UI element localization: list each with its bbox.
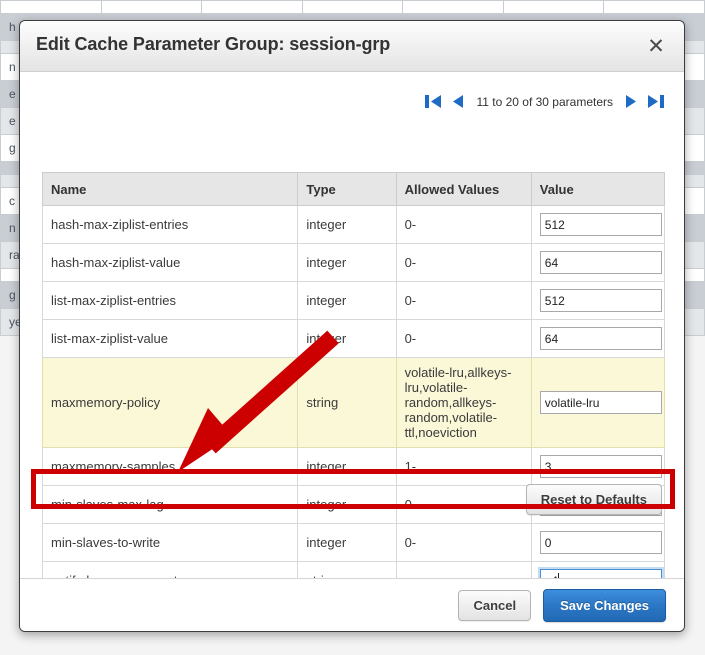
column-header-allowed-values: Allowed Values <box>395 172 532 206</box>
parameter-allowed-values-cell: 0- <box>395 281 532 320</box>
reset-to-defaults-button[interactable]: Reset to Defaults <box>525 484 662 515</box>
parameter-type-cell: integer <box>297 319 397 358</box>
parameter-value-input[interactable] <box>539 289 662 312</box>
parameter-type-cell: string <box>297 357 397 448</box>
allowed-values-text: 0- <box>404 255 417 270</box>
parameter-type-cell: integer <box>297 447 397 486</box>
parameter-value-input[interactable] <box>539 327 662 350</box>
allowed-values-text: 0- <box>404 293 417 308</box>
parameter-value-cell <box>530 319 666 358</box>
last-page-icon[interactable] <box>647 94 664 109</box>
background-cell <box>301 0 404 14</box>
parameter-value-cell <box>530 205 666 244</box>
close-icon[interactable]: ✕ <box>642 32 670 60</box>
save-changes-button[interactable]: Save Changes <box>543 589 666 622</box>
parameters-table: Name Type Allowed Values Value hash-max-… <box>41 172 666 631</box>
table-row: min-slaves-to-write integer 0- <box>41 523 666 562</box>
parameter-name-cell: min-slaves-max-lag <box>41 485 299 524</box>
parameter-type-cell: integer <box>297 205 397 244</box>
background-cell <box>0 0 102 14</box>
parameter-name-cell: hash-max-ziplist-value <box>41 243 299 282</box>
page-title: Edit Cache Parameter Group: session-grp <box>36 34 391 54</box>
parameter-name-cell: list-max-ziplist-value <box>41 319 299 358</box>
table-row: hash-max-ziplist-value integer 0- <box>41 243 666 282</box>
cancel-button[interactable]: Cancel <box>458 590 532 621</box>
previous-page-icon[interactable] <box>452 94 464 109</box>
parameter-allowed-values-cell: 0- <box>395 205 532 244</box>
background-cell <box>100 0 203 14</box>
parameter-allowed-values-cell: volatile-lru,allkeys-lru,volatile-random… <box>395 357 532 448</box>
background-row <box>0 0 705 14</box>
allowed-values-text: 0- <box>404 217 417 232</box>
parameter-name-cell: maxmemory-policy <box>41 357 299 448</box>
parameter-value-cell <box>530 281 666 320</box>
column-header-type: Type <box>297 172 397 206</box>
reset-button-container: Reset to Defaults <box>525 484 662 515</box>
parameter-name-cell: maxmemory-samples <box>41 447 299 486</box>
parameter-value-input[interactable] <box>539 251 662 274</box>
footer-buttons: Cancel Save Changes <box>458 589 666 622</box>
parameter-allowed-values-cell: 0- <box>395 485 532 524</box>
parameter-value-cell <box>530 243 666 282</box>
background-cell <box>402 0 504 14</box>
parameter-allowed-values-cell: 1- <box>395 447 532 486</box>
table-row: maxmemory-samples integer 1- <box>41 447 666 486</box>
modal-body: 11 to 20 of 30 parameters Name Type Allo… <box>20 72 684 631</box>
first-page-icon[interactable] <box>425 94 442 109</box>
parameter-value-input[interactable] <box>539 531 662 554</box>
parameters-table-container: Name Type Allowed Values Value hash-max-… <box>41 172 666 631</box>
pagination: 11 to 20 of 30 parameters <box>425 94 664 109</box>
parameter-allowed-values-cell: 0- <box>395 523 532 562</box>
edit-parameter-group-modal: Edit Cache Parameter Group: session-grp … <box>19 20 685 632</box>
table-row: maxmemory-policy string volatile-lru,allke… <box>41 357 666 448</box>
column-header-value: Value <box>530 172 666 206</box>
background-cell <box>201 0 303 14</box>
column-header-name: Name <box>41 172 299 206</box>
parameter-value-cell <box>530 523 666 562</box>
parameter-value-input[interactable] <box>539 391 662 414</box>
parameter-type-cell: integer <box>297 523 397 562</box>
allowed-values-text: 0- <box>404 497 417 512</box>
table-row: hash-max-ziplist-entries integer 0- <box>41 205 666 244</box>
parameter-type-cell: integer <box>297 485 397 524</box>
allowed-values-text: volatile-lru,allkeys-lru,volatile-random… <box>404 365 512 440</box>
pagination-label: 11 to 20 of 30 parameters <box>476 94 613 109</box>
modal-header: Edit Cache Parameter Group: session-grp … <box>20 21 684 72</box>
table-row: list-max-ziplist-value integer 0- <box>41 319 666 358</box>
allowed-values-text: 1- <box>404 459 417 474</box>
parameter-value-input[interactable] <box>539 213 662 236</box>
parameter-allowed-values-cell: 0- <box>395 243 532 282</box>
parameter-type-cell: integer <box>297 243 397 282</box>
parameter-allowed-values-cell: 0- <box>395 319 532 358</box>
background-cell <box>502 0 605 14</box>
parameter-value-cell <box>530 447 666 486</box>
next-page-icon[interactable] <box>625 94 637 109</box>
parameter-type-cell: integer <box>297 281 397 320</box>
modal-footer: Cancel Save Changes <box>20 578 684 631</box>
table-header-row: Name Type Allowed Values Value <box>41 172 666 206</box>
allowed-values-text: 0- <box>404 331 417 346</box>
parameter-value-input[interactable] <box>539 455 662 478</box>
parameter-name-cell: min-slaves-to-write <box>41 523 299 562</box>
screenshot-root: h4neegccnlyracgbyes/norecALLnosystemstri… <box>0 0 705 655</box>
parameter-name-cell: list-max-ziplist-entries <box>41 281 299 320</box>
allowed-values-text: 0- <box>404 535 417 550</box>
parameter-name-cell: hash-max-ziplist-entries <box>41 205 299 244</box>
parameter-value-cell <box>530 357 666 448</box>
table-row: list-max-ziplist-entries integer 0- <box>41 281 666 320</box>
background-cell <box>603 0 705 14</box>
